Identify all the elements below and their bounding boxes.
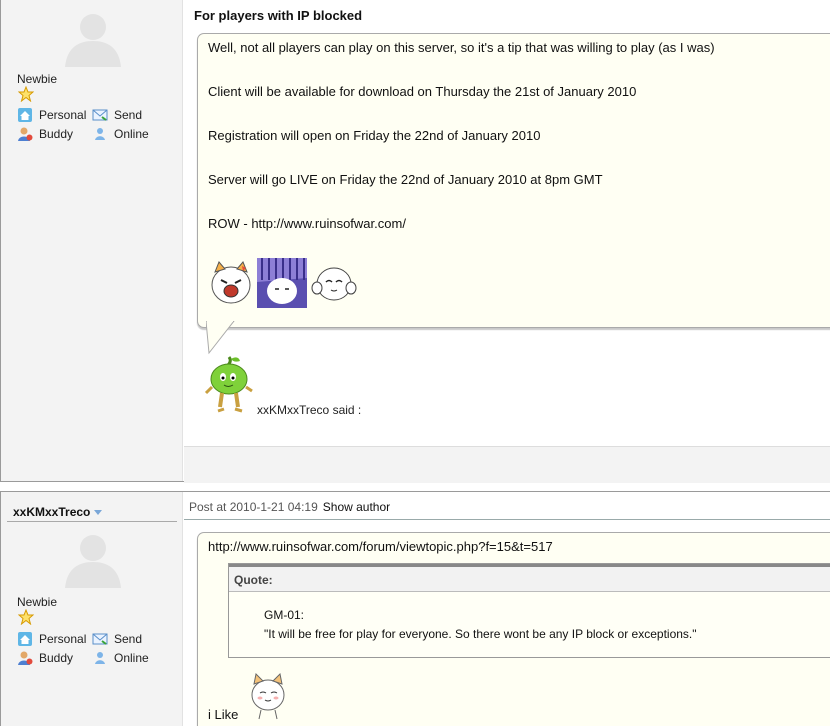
post-footer-strip <box>184 446 830 483</box>
post-content: Post at 2010-1-21 04:19 Show author http:… <box>184 492 830 726</box>
default-avatar-icon[interactable] <box>61 9 125 67</box>
quote-text: "It will be free for play for everyone. … <box>264 627 697 641</box>
online-label: Online <box>114 651 149 665</box>
buddy-icon <box>18 127 33 141</box>
buddy-label: Buddy <box>39 651 74 665</box>
default-avatar-icon[interactable] <box>61 530 125 588</box>
post-meta: Post at 2010-1-21 04:19 Show author <box>189 500 390 514</box>
quote-header: Quote: <box>229 564 830 592</box>
buddy-label: Buddy <box>39 127 74 141</box>
angry-cat-emoticon-icon <box>211 261 251 304</box>
post-timestamp: Post at 2010-1-21 04:19 <box>189 500 318 514</box>
send-message-link[interactable]: Send <box>92 107 142 123</box>
message-link[interactable]: ROW - http://www.ruinsofwar.com/ <box>208 216 406 231</box>
online-user-icon <box>95 128 105 140</box>
quoted-author-label: xxKMxxTreco said : <box>257 403 362 417</box>
author-sidebar: xxKMxxTreco Newbie Personal Send Buddy O… <box>1 492 183 726</box>
buddy-icon <box>18 651 33 665</box>
green-mascot-avatar-icon[interactable] <box>202 355 256 417</box>
author-name-menu[interactable]: xxKMxxTreco <box>7 500 177 522</box>
rank-star-icon <box>18 86 34 102</box>
closing-text: i Like <box>208 707 239 722</box>
envelope-icon <box>92 109 108 121</box>
personal-link[interactable]: Personal <box>17 107 86 123</box>
envelope-icon <box>92 633 108 645</box>
user-rank: Newbie <box>17 72 58 86</box>
cat-emoticon-icon <box>251 672 285 720</box>
author-name[interactable]: xxKMxxTreco <box>13 505 90 519</box>
post-1: Newbie Personal Send Buddy Online For pl… <box>0 0 830 483</box>
online-status: Online <box>92 126 149 142</box>
user-rank: Newbie <box>17 595 58 609</box>
author-sidebar: Newbie Personal Send Buddy Online <box>1 0 183 481</box>
post-2: xxKMxxTreco Newbie Personal Send Buddy O… <box>0 491 830 726</box>
message-line: Client will be available for download on… <box>208 84 637 99</box>
send-message-link[interactable]: Send <box>92 631 142 647</box>
post-title: For players with IP blocked <box>194 8 363 23</box>
online-status: Online <box>92 650 149 666</box>
online-user-icon <box>95 652 105 664</box>
personal-label: Personal <box>39 108 87 122</box>
shy-emoticon-icon <box>311 267 357 301</box>
send-label: Send <box>114 108 143 122</box>
personal-label: Personal <box>39 632 87 646</box>
message-line: Registration will open on Friday the 22n… <box>208 128 541 143</box>
send-label: Send <box>114 632 143 646</box>
rank-star-icon <box>18 609 34 625</box>
add-buddy-link[interactable]: Buddy <box>17 126 73 142</box>
personal-link[interactable]: Personal <box>17 631 86 647</box>
show-author-link[interactable]: Show author <box>323 500 390 514</box>
message-line: Server will go LIVE on Friday the 22nd o… <box>208 172 603 187</box>
divider <box>184 519 830 520</box>
message-link[interactable]: http://www.ruinsofwar.com/forum/viewtopi… <box>208 539 553 554</box>
bubble-tail-icon <box>206 321 235 355</box>
chevron-down-icon[interactable] <box>94 510 103 516</box>
online-label: Online <box>114 127 149 141</box>
quote-block: Quote: GM-01: "It will be free for play … <box>228 563 830 658</box>
message-bubble: Well, not all players can play on this s… <box>197 33 830 328</box>
home-icon <box>18 108 32 122</box>
post-content: For players with IP blocked Well, not al… <box>184 0 830 483</box>
home-icon <box>18 632 32 646</box>
message-bubble: http://www.ruinsofwar.com/forum/viewtopi… <box>197 532 830 726</box>
message-line: Well, not all players can play on this s… <box>208 40 715 55</box>
gloomy-emoticon-icon <box>257 258 307 308</box>
quote-author: GM-01: <box>264 608 305 622</box>
add-buddy-link[interactable]: Buddy <box>17 650 73 666</box>
